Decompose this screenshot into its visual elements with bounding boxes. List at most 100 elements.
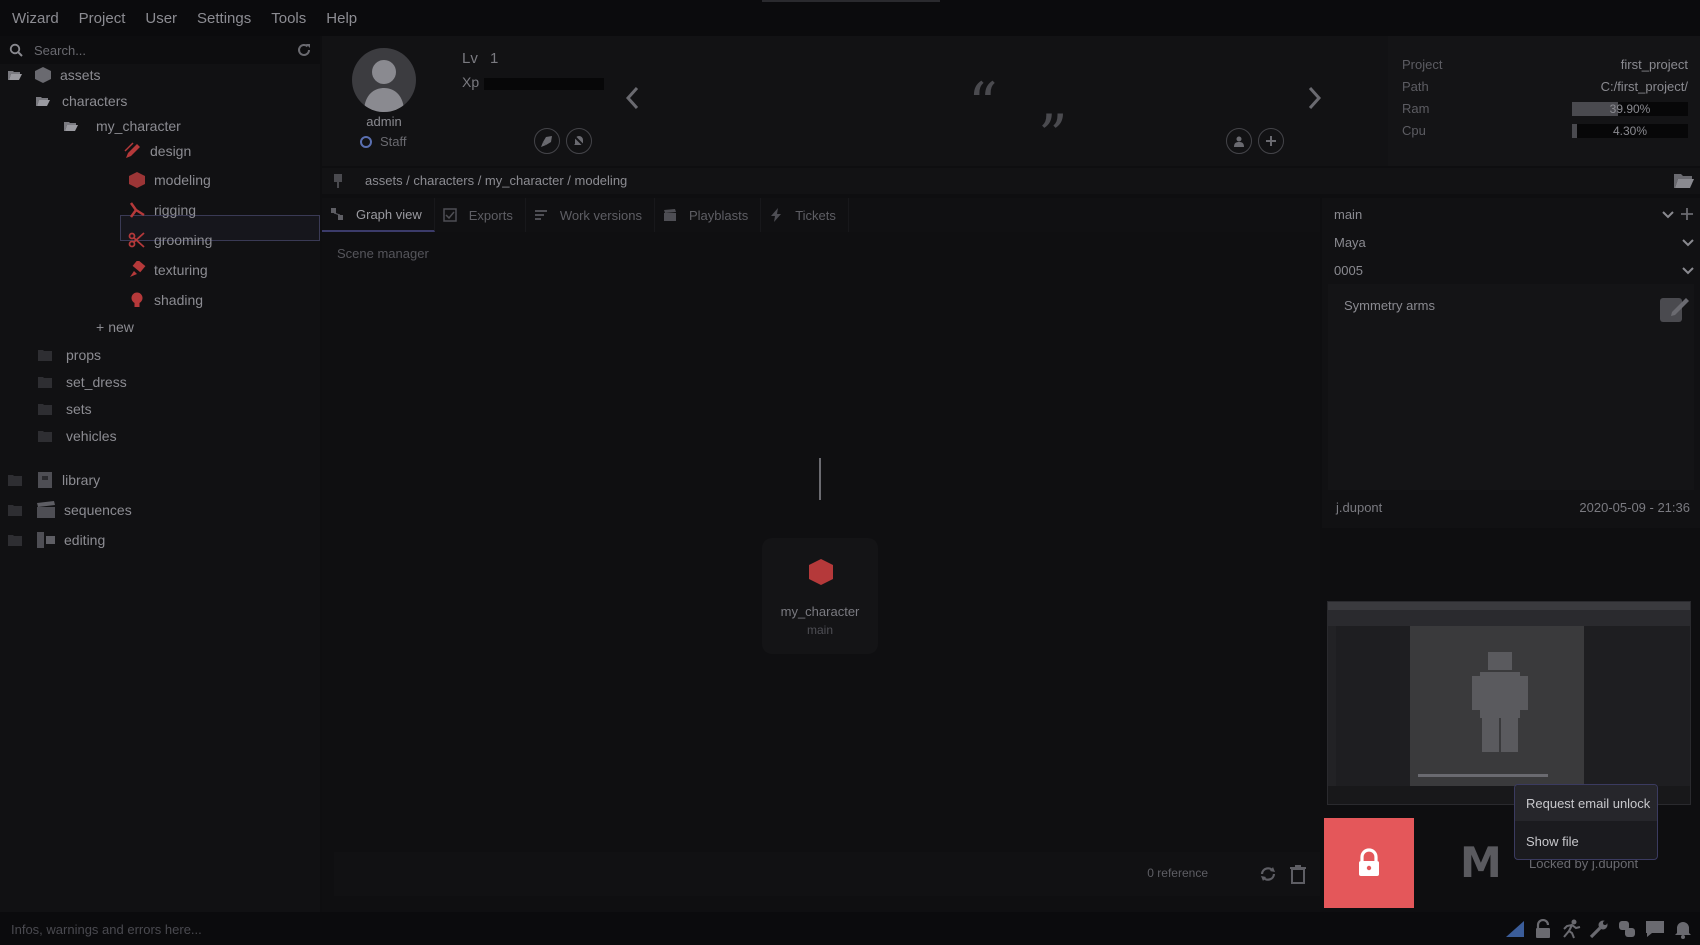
folder-closed-icon[interactable] — [8, 504, 22, 516]
folder-icon — [38, 350, 52, 361]
software-dropdown[interactable]: Maya — [1328, 230, 1694, 256]
graph-view[interactable]: Scene manager my_character main 0 refere… — [322, 232, 1320, 912]
brush-icon — [130, 261, 146, 277]
status-message: Infos, warnings and errors here... — [11, 922, 202, 937]
stage-texturing[interactable]: texturing — [128, 257, 208, 283]
wrench-icon[interactable] — [1588, 919, 1610, 939]
breadcrumb[interactable]: assets / characters / my_character / mod… — [365, 173, 627, 188]
stage-shading[interactable]: shading — [128, 287, 203, 313]
chat-icon[interactable] — [1644, 919, 1666, 939]
graph-connector — [819, 458, 821, 500]
folder-open-icon[interactable] — [8, 69, 22, 81]
level-value: 1 — [490, 50, 499, 67]
trash-icon[interactable] — [1288, 864, 1308, 884]
tree-item-set-dress[interactable]: set_dress — [38, 369, 127, 395]
plus-icon[interactable] — [1680, 207, 1694, 221]
version-user: j.dupont — [1336, 500, 1383, 515]
user-silhouette-icon — [364, 60, 404, 112]
library-icon — [38, 472, 52, 488]
folder-closed-icon[interactable] — [8, 474, 22, 486]
refresh-icon[interactable] — [1258, 864, 1278, 884]
quote-panel: “ ” — [622, 36, 1342, 166]
unlock-icon[interactable] — [1532, 919, 1554, 939]
python-icon[interactable] — [1616, 919, 1638, 939]
variant-dropdown[interactable]: main — [1328, 202, 1694, 228]
menu-project[interactable]: Project — [79, 10, 126, 27]
checkbox-icon — [443, 208, 457, 222]
cpu-bar: 4.30% — [1572, 124, 1688, 138]
cube-icon — [809, 559, 833, 585]
editing-icon — [37, 532, 55, 548]
tree-item-sets[interactable]: sets — [38, 396, 92, 422]
show-file-item[interactable]: Show file — [1515, 823, 1657, 859]
folder-open-icon[interactable] — [1674, 172, 1694, 190]
context-menu: Request email unlock Show file — [1514, 784, 1658, 860]
lightning-icon — [771, 208, 782, 222]
add-quote-button[interactable] — [1258, 128, 1284, 154]
avatar[interactable] — [352, 48, 416, 112]
quote-close-icon: ” — [1038, 102, 1068, 170]
tree-item-characters[interactable]: characters — [62, 88, 127, 114]
tree-item-assets[interactable]: assets — [34, 62, 100, 88]
bell-icon[interactable] — [1672, 919, 1694, 939]
asset-node[interactable]: my_character main — [762, 538, 878, 654]
xp-bar — [484, 78, 604, 90]
tab-work-versions[interactable]: Work versions — [526, 198, 655, 232]
plus-icon — [1266, 136, 1276, 146]
path-row: Path C:/first_project/ — [1402, 79, 1688, 94]
tree-item-props[interactable]: props — [38, 342, 101, 368]
cpu-row: Cpu 4.30% — [1402, 120, 1688, 142]
lock-icon — [1359, 848, 1379, 876]
edit-comment-icon[interactable] — [1658, 290, 1690, 324]
project-info: Project first_project Path C:/first_proj… — [1388, 36, 1700, 166]
menu-user[interactable]: User — [145, 10, 177, 27]
folder-open-icon[interactable] — [36, 95, 50, 107]
refresh-icon[interactable] — [296, 42, 312, 58]
search-input[interactable] — [34, 40, 284, 60]
xp-label: Xp — [462, 74, 480, 90]
pin-icon[interactable] — [330, 173, 346, 189]
user-button[interactable] — [1226, 128, 1252, 154]
menu-help[interactable]: Help — [326, 10, 357, 27]
lock-button[interactable] — [1324, 818, 1414, 908]
running-icon[interactable] — [1560, 919, 1582, 939]
tree-item-library[interactable]: library — [36, 467, 100, 493]
graph-icon — [331, 208, 343, 220]
folder-closed-icon[interactable] — [8, 534, 22, 546]
menu-wizard[interactable]: Wizard — [12, 10, 59, 27]
maya-screenshot-image — [1328, 602, 1690, 804]
version-dropdown[interactable]: 0005 — [1328, 258, 1694, 284]
tab-graph-view[interactable]: Graph view — [322, 198, 435, 232]
request-email-unlock-item[interactable]: Request email unlock — [1515, 785, 1657, 821]
stage-grooming[interactable]: grooming — [128, 227, 212, 253]
reference-count: 0 reference — [1147, 866, 1208, 880]
level-label: Lv — [462, 50, 478, 67]
tab-exports[interactable]: Exports — [435, 198, 526, 232]
chevron-down-icon — [1682, 239, 1694, 247]
menu-bar: Wizard Project User Settings Tools Help — [0, 0, 1700, 36]
tree-item-my-character[interactable]: my_character — [96, 113, 181, 139]
node-name: my_character — [780, 604, 860, 619]
folder-open-icon[interactable] — [64, 120, 78, 132]
menu-tools[interactable]: Tools — [271, 10, 306, 27]
ram-bar: 39.90% — [1572, 102, 1688, 116]
tree-item-vehicles[interactable]: vehicles — [38, 423, 117, 449]
new-stage-button[interactable]: + new — [96, 314, 134, 340]
signal-icon[interactable] — [1504, 919, 1526, 939]
rocket-button[interactable] — [534, 128, 560, 154]
tree-item-editing[interactable]: editing — [36, 527, 105, 553]
chevron-left-icon[interactable] — [625, 86, 639, 110]
tab-playblasts[interactable]: Playblasts — [655, 198, 762, 232]
folder-icon — [38, 431, 52, 442]
stage-rigging[interactable]: rigging — [128, 197, 196, 223]
chevron-right-icon[interactable] — [1308, 86, 1322, 110]
menu-settings[interactable]: Settings — [197, 10, 251, 27]
stage-design[interactable]: design — [124, 138, 191, 164]
modeling-stage-icon — [129, 172, 145, 188]
stage-modeling-content[interactable]: modeling — [128, 167, 211, 193]
tab-tickets[interactable]: Tickets — [761, 198, 849, 232]
level-box: Lv 1 Xp — [454, 36, 624, 166]
version-thumbnail[interactable] — [1327, 601, 1691, 805]
tree-item-sequences[interactable]: sequences — [36, 497, 132, 523]
notifications-off-button[interactable] — [566, 128, 592, 154]
